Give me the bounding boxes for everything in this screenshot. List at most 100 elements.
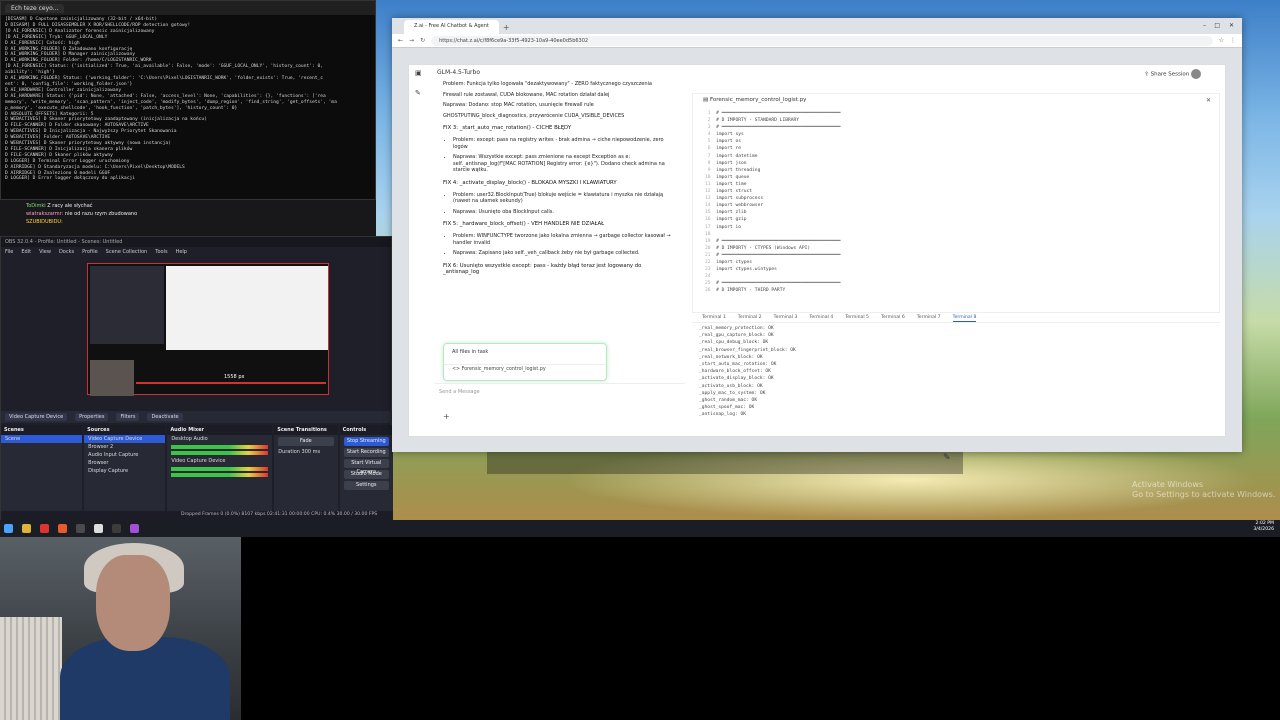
message-input[interactable]: Send a Message + — [435, 383, 685, 429]
webcam-feed — [0, 537, 241, 720]
app-icon[interactable] — [130, 524, 139, 533]
volume-meter[interactable] — [171, 467, 269, 471]
transition-select[interactable]: Fade — [278, 437, 334, 446]
dock-tab[interactable]: Filters — [116, 413, 140, 421]
panel-close-icon[interactable]: ✕ — [1206, 97, 1211, 104]
terminal-tab[interactable]: Terminal 8 — [952, 315, 977, 322]
menu-icon[interactable]: ⋮ — [1230, 37, 1236, 44]
menu-item-profile[interactable]: Profile — [82, 249, 98, 255]
transitions-header: Scene Transitions — [274, 425, 338, 435]
obs-preview[interactable]: 1558 px — [87, 263, 329, 396]
mixer-channel-label: Video Capture Device — [171, 458, 226, 464]
maximize-icon[interactable]: □ — [1214, 22, 1220, 29]
line-number: 2 — [705, 118, 717, 124]
menu-item-help[interactable]: Help — [176, 249, 187, 255]
terminal-tabbar: Ech teze ceyo... — [1, 1, 375, 15]
control-button-start-virtual-camera[interactable]: Start Virtual Camera — [343, 459, 389, 475]
terminal-output-line: _hardware_block_offset: OK — [699, 369, 771, 375]
terminal-tab[interactable]: Ech teze ceyo... — [5, 3, 65, 13]
source-item[interactable]: Browser 2 — [84, 443, 165, 451]
notepad-icon[interactable] — [94, 524, 103, 533]
code-text: # ══════════════════════════════════════… — [716, 238, 841, 244]
menu-item-tools[interactable]: Tools — [155, 249, 167, 255]
start-icon[interactable] — [4, 524, 13, 533]
terminal-output-line: _ghost_random_mac: OK — [699, 398, 758, 404]
terminal-output-line: _real_browser_fingerprint_block: OK — [699, 347, 796, 353]
line-number: 6 — [705, 146, 717, 152]
explorer-icon[interactable] — [22, 524, 31, 533]
terminal-window[interactable]: Ech teze ceyo... [DISASM] D Capstone zai… — [0, 0, 376, 200]
control-button-studio-mode[interactable]: Studio Mode — [343, 470, 389, 479]
fix5-title: FIX 5: _hardware_block_offset() - VEH HA… — [443, 221, 605, 228]
terminal-tab[interactable]: Terminal 6 — [881, 315, 905, 322]
browser-window[interactable]: Z.ai - Free AI Chatbot & Agent + – □ ✕ ←… — [392, 18, 1242, 452]
code-line: 26 # D IMPORTY - THIRD PARTY — [705, 287, 1217, 294]
pencil-icon[interactable]: ✎ — [943, 453, 951, 463]
new-chat-icon[interactable]: ✎ — [415, 89, 421, 97]
code-line: 14 import webbrowser — [705, 202, 1217, 209]
browser-app-icon[interactable] — [40, 524, 49, 533]
volume-meter[interactable] — [171, 445, 269, 449]
menu-item-scene-collection[interactable]: Scene Collection — [106, 249, 148, 255]
duration-row: Duration 300 ms — [274, 448, 337, 456]
sidebar-toggle-icon[interactable]: ▣ — [415, 69, 422, 77]
terminal-tab[interactable]: Terminal 1 — [702, 315, 726, 322]
code-line: 16 import gzip — [705, 216, 1217, 223]
obs-app-icon[interactable] — [76, 524, 85, 533]
terminal-output-line: _ghost_spoof_mac: OK — [699, 405, 755, 411]
minimize-icon[interactable]: – — [1203, 22, 1206, 29]
menu-item-docks[interactable]: Docks — [59, 249, 74, 255]
file-link[interactable]: <> Forensic_memory_control_logist.py — [444, 364, 606, 374]
forward-icon[interactable]: → — [409, 37, 414, 44]
sources-dock: Sources Video Capture Device Browser 2 Aud… — [84, 425, 166, 511]
close-icon[interactable]: ✕ — [1229, 22, 1234, 29]
menu-item-view[interactable]: View — [39, 249, 51, 255]
address-bar[interactable]: https://chat.z.ai/c/f8f6ce9a-33f5-4923-1… — [431, 35, 1213, 46]
model-selector[interactable]: GLM-4.5-Turbo — [437, 69, 480, 76]
dock-tab[interactable]: Video Capture Device — [5, 413, 68, 421]
terminal-tab[interactable]: Terminal 3 — [774, 315, 798, 322]
firefox-icon[interactable] — [58, 524, 67, 533]
source-item[interactable]: Audio Input Capture — [84, 451, 165, 459]
terminal-tab[interactable]: Terminal 7 — [917, 315, 941, 322]
code-line: 1 # ════════════════════════════════════… — [705, 110, 1217, 117]
fix6-title: FIX 6: Usunięto wszystkie except: pass -… — [443, 262, 642, 276]
star-icon[interactable]: ☆ — [1219, 37, 1224, 44]
line-number: 19 — [705, 238, 717, 244]
code-text: import queue — [716, 174, 750, 180]
duration-input[interactable]: 300 ms — [302, 449, 321, 455]
control-button-settings[interactable]: Settings — [343, 481, 389, 490]
taskbar-clock[interactable]: 2:02 PM 3/4/2026 — [1253, 521, 1274, 533]
source-item[interactable]: Video Capture Device — [84, 435, 166, 443]
files-card[interactable]: All files in task <> Forensic_memory_con… — [443, 343, 607, 381]
terminal-tab[interactable]: Terminal 5 — [845, 315, 869, 322]
control-button-stop-streaming[interactable]: Stop Streaming — [343, 437, 389, 446]
scene-item[interactable]: Scene — [1, 435, 83, 443]
back-icon[interactable]: ← — [398, 37, 403, 44]
code-line: 19 # ═══════════════════════════════════… — [705, 238, 1217, 245]
dock-tab[interactable]: Properties — [75, 413, 109, 421]
terminal-tab[interactable]: Terminal 4 — [809, 315, 833, 322]
browser-tab[interactable]: Z.ai - Free AI Chatbot & Agent — [404, 20, 499, 34]
avatar[interactable] — [1191, 69, 1201, 79]
dock-tab[interactable]: Deactivate — [147, 413, 183, 421]
terminal-output: [DISASM] D Capstone zainicjalizowany (32… — [1, 15, 375, 199]
share-session-button[interactable]: ⇪ Share Session — [1144, 69, 1201, 79]
source-item[interactable]: Display Capture — [84, 467, 165, 475]
terminal-tab[interactable]: Terminal 2 — [738, 315, 762, 322]
control-button-start-recording[interactable]: Start Recording — [343, 448, 389, 457]
volume-meter[interactable] — [171, 451, 269, 455]
terminal-output-line: _antisnap_log: OK — [699, 412, 747, 418]
source-item[interactable]: Browser — [84, 459, 165, 467]
menu-item-file[interactable]: File — [5, 249, 13, 255]
duration-label: Duration — [278, 449, 300, 455]
reload-icon[interactable]: ↻ — [420, 37, 425, 44]
obs-window[interactable]: OBS 32.0.4 - Profile: Untitled - Scenes:… — [0, 236, 393, 520]
volume-meter[interactable] — [171, 473, 269, 477]
menu-item-edit[interactable]: Edit — [21, 249, 31, 255]
attach-icon[interactable]: + — [443, 412, 450, 421]
code-view: 1 # ════════════════════════════════════… — [697, 110, 1217, 310]
code-text: # ══════════════════════════════════════… — [716, 281, 841, 287]
terminal-app-icon[interactable] — [112, 524, 121, 533]
new-tab-icon[interactable]: + — [503, 23, 510, 34]
